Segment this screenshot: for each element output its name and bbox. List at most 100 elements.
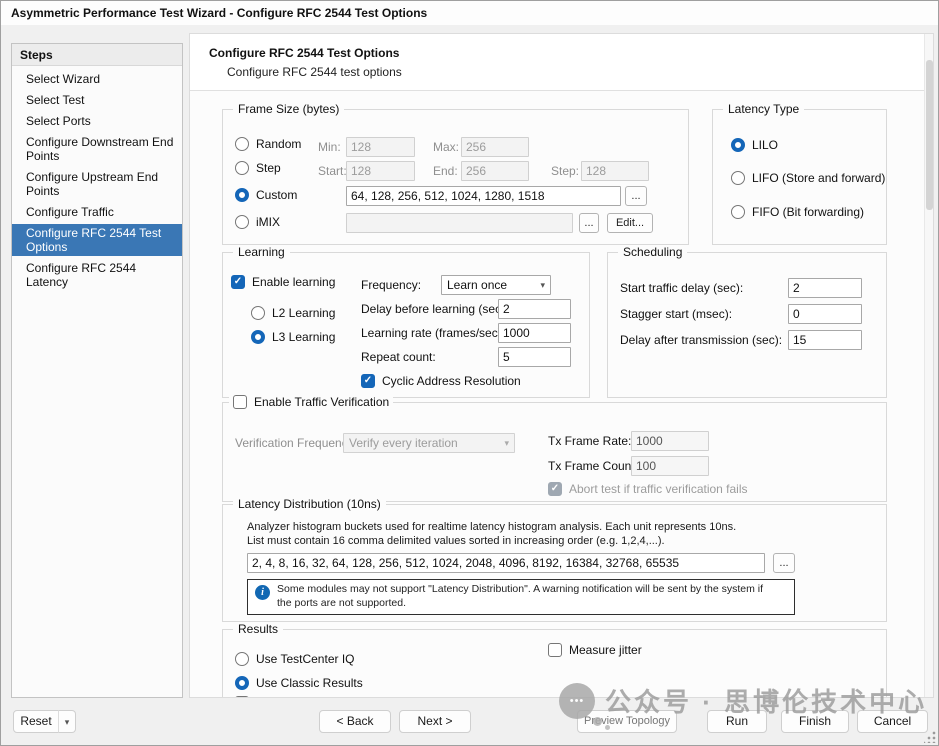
sidebar-item-configure-traffic[interactable]: Configure Traffic — [12, 203, 182, 221]
cyclic-address-resolution-label: Cyclic Address Resolution — [382, 374, 521, 388]
radio-selected-icon — [235, 676, 249, 690]
lifo-radio[interactable]: LIFO (Store and forward) — [731, 171, 885, 185]
end-label: End: — [433, 164, 458, 178]
verification-frequency-value: Verify every iteration — [349, 436, 458, 450]
frame-size-custom-radio[interactable]: Custom — [235, 188, 297, 202]
frame-size-step-radio[interactable]: Step — [235, 161, 281, 175]
clipped-option-row — [235, 696, 435, 698]
delay-before-learning-input[interactable] — [498, 299, 571, 319]
chevron-down-icon: ▾ — [504, 438, 509, 449]
min-input[interactable] — [346, 137, 415, 157]
frequency-select[interactable]: Learn once ▾ — [441, 275, 551, 295]
lifo-label: LIFO (Store and forward) — [752, 171, 885, 185]
delay-after-transmission-label: Delay after transmission (sec): — [620, 333, 782, 347]
checkbox-checked-icon: ✓ — [231, 275, 245, 289]
window-titlebar[interactable]: Asymmetric Performance Test Wizard - Con… — [1, 1, 938, 25]
l2-learning-radio[interactable]: L2 Learning — [251, 306, 335, 320]
resize-grip[interactable] — [924, 731, 936, 743]
checkbox-checked-icon: ✓ — [361, 374, 375, 388]
l3-learning-radio[interactable]: L3 Learning — [251, 330, 335, 344]
custom-browse-button[interactable]: ... — [625, 186, 647, 206]
latency-distribution-group: Latency Distribution (10ns) Analyzer his… — [222, 504, 887, 622]
fifo-radio[interactable]: FIFO (Bit forwarding) — [731, 205, 864, 219]
learning-rate-input[interactable] — [498, 323, 571, 343]
end-input[interactable] — [461, 161, 529, 181]
learning-group: Learning ✓ Enable learning L2 Learning L… — [222, 252, 590, 398]
scrollbar-thumb[interactable] — [926, 60, 933, 210]
radio-icon — [251, 306, 265, 320]
tx-frame-rate-input[interactable] — [631, 431, 709, 451]
sidebar-item-configure-downstream[interactable]: Configure Downstream End Points — [12, 133, 182, 165]
learning-legend: Learning — [233, 245, 290, 259]
latency-distribution-input[interactable] — [247, 553, 765, 573]
measure-jitter-checkbox[interactable]: Measure jitter — [548, 643, 642, 657]
latency-distribution-info-text: Some modules may not support "Latency Di… — [277, 583, 777, 610]
steps-panel: Steps Select Wizard Select Test Select P… — [11, 43, 183, 698]
latency-distribution-desc-1: Analyzer histogram buckets used for real… — [247, 521, 736, 533]
frequency-label: Frequency: — [361, 278, 421, 292]
page-subtitle: Configure RFC 2544 test options — [227, 65, 402, 79]
preview-topology-button[interactable]: Preview Topology — [577, 710, 677, 733]
page-header: Configure RFC 2544 Test Options Configur… — [190, 34, 924, 91]
abort-on-verification-fail-checkbox[interactable]: ✓ Abort test if traffic verification fai… — [548, 482, 748, 496]
delay-after-transmission-input[interactable] — [788, 330, 862, 350]
latency-type-legend: Latency Type — [723, 102, 804, 116]
sidebar-item-select-wizard[interactable]: Select Wizard — [12, 70, 182, 88]
imix-edit-button[interactable]: Edit... — [607, 213, 653, 233]
use-classic-results-label: Use Classic Results — [256, 676, 363, 690]
reset-button[interactable]: Reset — [13, 710, 59, 733]
sidebar-item-select-test[interactable]: Select Test — [12, 91, 182, 109]
latency-distribution-browse-button[interactable]: ... — [773, 553, 795, 573]
tx-frame-count-label: Tx Frame Count: — [548, 459, 638, 473]
tx-frame-rate-label: Tx Frame Rate: — [548, 434, 631, 448]
start-label: Start: — [318, 164, 347, 178]
sidebar-item-select-ports[interactable]: Select Ports — [12, 112, 182, 130]
watermark-dot-icon — [593, 717, 602, 726]
start-input[interactable] — [346, 161, 415, 181]
latency-distribution-info-box: i Some modules may not support "Latency … — [247, 579, 795, 615]
scheduling-group: Scheduling Start traffic delay (sec): St… — [607, 252, 887, 398]
vertical-scrollbar[interactable] — [924, 34, 933, 697]
next-button[interactable]: Next > — [399, 710, 471, 733]
cyclic-address-resolution-checkbox[interactable]: ✓ Cyclic Address Resolution — [361, 374, 521, 388]
use-testcenter-iq-radio[interactable]: Use TestCenter IQ — [235, 652, 354, 666]
main-panel: Configure RFC 2544 Test Options Configur… — [189, 33, 934, 698]
start-traffic-delay-input[interactable] — [788, 278, 862, 298]
check-icon: ✓ — [364, 376, 372, 386]
stagger-start-input[interactable] — [788, 304, 862, 324]
frame-size-random-radio[interactable]: Random — [235, 137, 301, 151]
max-input[interactable] — [461, 137, 529, 157]
enable-traffic-verification-checkbox[interactable]: Enable Traffic Verification — [229, 395, 393, 409]
steps-header: Steps — [12, 44, 182, 66]
cancel-button[interactable]: Cancel — [857, 710, 928, 733]
abort-on-verification-fail-label: Abort test if traffic verification fails — [569, 482, 748, 496]
imix-browse-button[interactable]: ... — [579, 213, 599, 233]
checkbox-checked-disabled-icon: ✓ — [548, 482, 562, 496]
radio-selected-icon — [235, 188, 249, 202]
lilo-radio[interactable]: LILO — [731, 138, 778, 152]
sidebar-item-rfc2544-latency[interactable]: Configure RFC 2544 Latency — [12, 259, 182, 291]
info-icon: i — [255, 585, 270, 600]
frame-size-group: Frame Size (bytes) Random Min: Max: Step… — [222, 109, 689, 245]
custom-sizes-input[interactable] — [346, 186, 621, 206]
finish-button[interactable]: Finish — [781, 710, 849, 733]
verification-frequency-select[interactable]: Verify every iteration ▾ — [343, 433, 515, 453]
use-classic-results-radio[interactable]: Use Classic Results — [235, 676, 363, 690]
reset-dropdown-button[interactable]: ▾ — [58, 710, 76, 733]
chevron-down-icon: ▾ — [65, 717, 70, 727]
sidebar-item-rfc2544-test-options[interactable]: Configure RFC 2544 Test Options — [12, 224, 182, 256]
radio-icon — [235, 137, 249, 151]
use-testcenter-iq-label: Use TestCenter IQ — [256, 652, 354, 666]
frame-size-imix-radio[interactable]: iMIX — [235, 215, 280, 229]
step-size-input[interactable] — [581, 161, 649, 181]
run-button[interactable]: Run — [707, 710, 767, 733]
frame-size-imix-label: iMIX — [256, 215, 280, 229]
imix-input[interactable] — [346, 213, 573, 233]
sidebar-item-configure-upstream[interactable]: Configure Upstream End Points — [12, 168, 182, 200]
verification-frequency-label: Verification Frequency: — [235, 436, 357, 450]
back-button[interactable]: < Back — [319, 710, 391, 733]
results-group: Results Use TestCenter IQ Use Classic Re… — [222, 629, 887, 698]
enable-learning-checkbox[interactable]: ✓ Enable learning — [231, 275, 335, 289]
repeat-count-input[interactable] — [498, 347, 571, 367]
tx-frame-count-input[interactable] — [631, 456, 709, 476]
